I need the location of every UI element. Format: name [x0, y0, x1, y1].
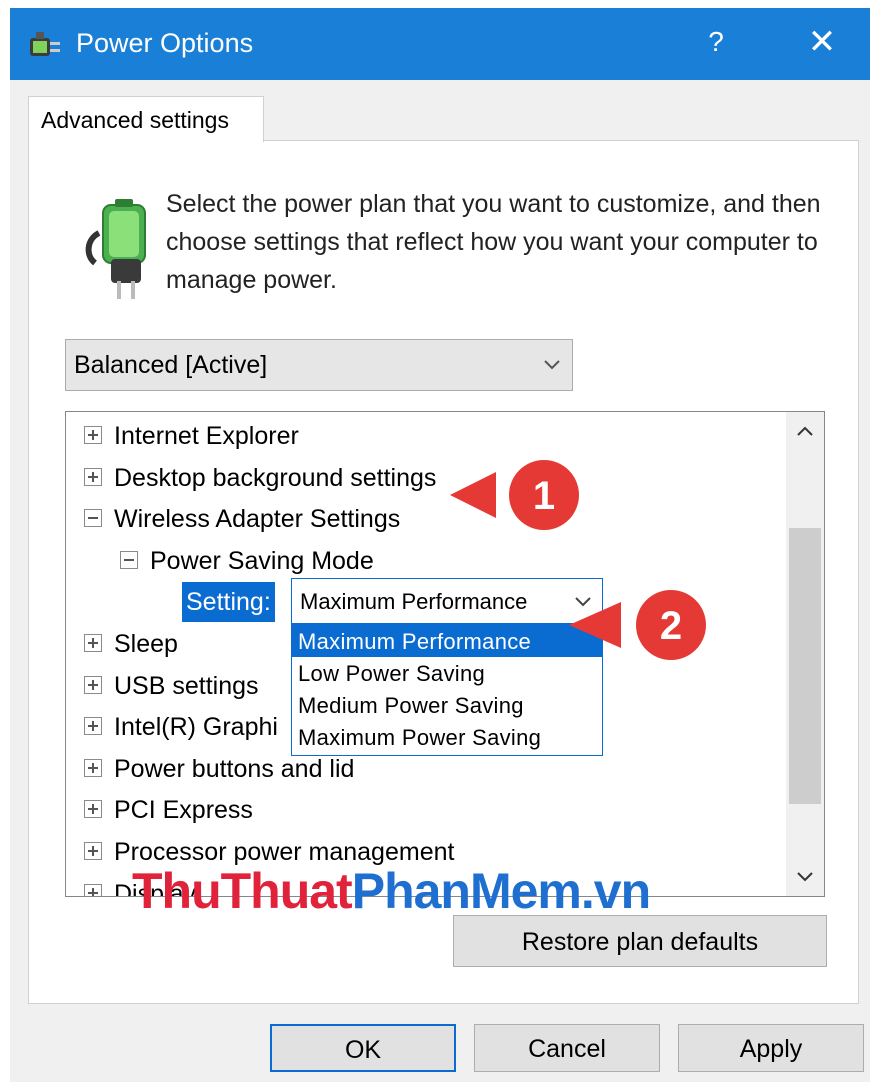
watermark-part-2: PhanMem: [351, 863, 582, 919]
setting-value-select[interactable]: Maximum Performance: [291, 578, 603, 624]
restore-defaults-button[interactable]: Restore plan defaults: [453, 915, 827, 967]
watermark-logo: ThuThuatPhanMem.vn: [132, 862, 651, 920]
tree-item-label: Intel(R) Graphi: [114, 713, 278, 741]
setting-label: Setting:: [182, 582, 275, 622]
scroll-up-icon[interactable]: [786, 412, 824, 450]
power-options-app-icon: [30, 32, 60, 56]
tree-scrollbar[interactable]: [786, 412, 824, 896]
close-button[interactable]: ✕: [802, 22, 842, 62]
power-options-window: Power Options ? ✕ Advanced settings Sele…: [10, 8, 870, 1082]
expand-plus-icon[interactable]: [84, 717, 102, 735]
watermark-part-1: ThuThuat: [132, 863, 353, 919]
battery-plug-icon: [85, 199, 146, 299]
annotation-number-2: 2: [660, 604, 682, 648]
setting-dropdown-list[interactable]: Maximum Performance Low Power Saving Med…: [291, 624, 603, 756]
option-low-power-saving[interactable]: Low Power Saving: [292, 657, 602, 689]
tree-item-label: Power Saving Mode: [150, 547, 374, 575]
scrollbar-thumb[interactable]: [789, 528, 821, 804]
description-text: Select the power plan that you want to c…: [166, 190, 821, 294]
ok-button[interactable]: OK: [270, 1024, 456, 1072]
option-maximum-power-saving[interactable]: Maximum Power Saving: [292, 721, 602, 753]
power-plan-value: Balanced [Active]: [74, 351, 268, 379]
tree-item-label: USB settings: [114, 672, 259, 700]
window-title: Power Options: [76, 28, 254, 58]
option-maximum-performance[interactable]: Maximum Performance: [292, 625, 602, 657]
option-medium-power-saving[interactable]: Medium Power Saving: [292, 689, 602, 721]
tree-item-label: Wireless Adapter Settings: [114, 505, 401, 533]
expand-plus-icon[interactable]: [84, 468, 102, 486]
tree-item-label: PCI Express: [114, 796, 253, 824]
chevron-down-icon: [544, 360, 560, 370]
setting-value: Maximum Performance: [300, 589, 528, 614]
tree-item-label: Sleep: [114, 630, 178, 658]
expand-plus-icon[interactable]: [84, 676, 102, 694]
expand-plus-icon[interactable]: [84, 634, 102, 652]
apply-button[interactable]: Apply: [678, 1024, 864, 1072]
tab-advanced-settings[interactable]: Advanced settings: [28, 96, 264, 142]
annotation-arrow-2: 2: [569, 590, 706, 660]
annotation-arrow-1: 1: [450, 460, 579, 530]
collapse-minus-icon[interactable]: [84, 509, 102, 527]
annotation-number-1: 1: [533, 474, 555, 518]
expand-plus-icon[interactable]: [84, 884, 102, 896]
watermark-part-3: .vn: [580, 863, 651, 919]
title-bar[interactable]: Power Options ? ✕: [10, 8, 870, 80]
expand-plus-icon[interactable]: [84, 842, 102, 860]
collapse-minus-icon[interactable]: [120, 551, 138, 569]
cancel-button[interactable]: Cancel: [474, 1024, 660, 1072]
expand-plus-icon[interactable]: [84, 800, 102, 818]
expand-plus-icon[interactable]: [84, 426, 102, 444]
tree-item-label: Desktop background settings: [114, 464, 437, 492]
tree-item-label: Power buttons and lid: [114, 755, 355, 783]
power-plan-select[interactable]: Balanced [Active]: [65, 339, 573, 391]
scroll-down-icon[interactable]: [786, 858, 824, 896]
tree-item-label: Internet Explorer: [114, 422, 299, 450]
expand-plus-icon[interactable]: [84, 759, 102, 777]
help-button[interactable]: ?: [698, 26, 734, 58]
